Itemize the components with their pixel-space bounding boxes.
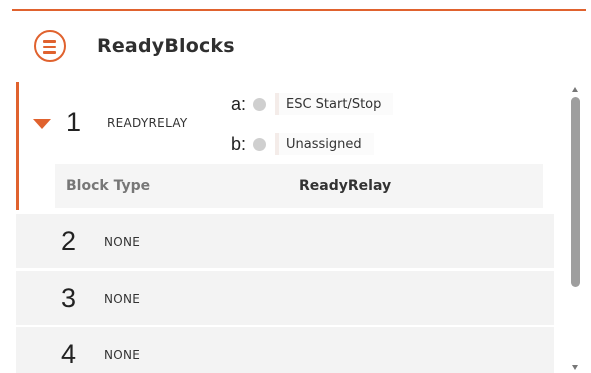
block-item-4[interactable]: 4 NONE [16,327,554,373]
block-number: 4 [61,339,77,369]
input-b-key: b: [231,133,247,154]
block-number: 2 [61,226,77,256]
block-item-1[interactable]: 1 READYRELAY a: ESC Start/Stop b: Unassi… [16,82,554,210]
scroll-down-arrow-icon[interactable] [572,365,578,370]
list-scrollbar[interactable] [569,82,583,373]
block-type-label: NONE [104,348,141,362]
input-a-row: a: ESC Start/Stop [231,93,394,115]
input-a-key: a: [231,93,247,114]
block-number: 3 [61,283,77,313]
block-number: 1 [66,107,82,137]
block-type-label: NONE [104,235,141,249]
block-type-row: Block Type ReadyRelay [55,164,543,208]
block-list: 1 READYRELAY a: ESC Start/Stop b: Unassi… [16,82,554,373]
input-b-row: b: Unassigned [231,133,374,155]
header-divider [12,9,586,11]
input-b-status-dot [253,137,266,151]
block-item-3[interactable]: 3 NONE [16,271,554,325]
page-title: ReadyBlocks [97,35,235,57]
input-a-status-dot [253,97,266,111]
app-header: ReadyBlocks [34,30,235,62]
block-type-field-label: Block Type [66,178,151,194]
hamburger-menu-icon[interactable] [34,30,66,62]
scrollbar-thumb[interactable] [571,97,580,287]
block-type-label: READYRELAY [107,116,188,130]
scroll-up-arrow-icon[interactable] [572,87,578,92]
block-type-label: NONE [104,292,141,306]
collapse-caret-icon[interactable] [33,119,51,129]
input-b-assignment[interactable]: Unassigned [275,133,374,155]
input-a-assignment[interactable]: ESC Start/Stop [275,93,394,115]
block-type-field-value[interactable]: ReadyRelay [299,178,391,194]
block-item-2[interactable]: 2 NONE [16,214,554,268]
